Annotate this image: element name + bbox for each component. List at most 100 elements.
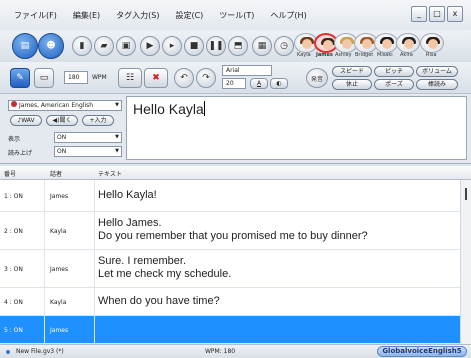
minimize-button[interactable]: _ [411,6,427,22]
wpm-label: WPM [92,74,107,81]
undo-icon[interactable]: ↶ [174,68,194,88]
row-number: 3 : ON [4,266,23,273]
menu-tag-input[interactable]: タグ入力(S) [116,10,159,21]
wav-button-label: WAV [21,117,35,124]
menu-file[interactable]: ファイル(F) [14,10,57,21]
insert-tag-icon[interactable]: ☷ [118,68,142,88]
table-row[interactable]: 4 : ON Kayla When do you have time? [0,288,460,316]
menu-settings[interactable]: 設定(C) [175,10,203,21]
text-editor[interactable]: Hello Kayla [126,96,467,160]
table-row[interactable]: 3 : ON James Sure. I remember. Let me ch… [0,250,460,288]
row-speaker: Kayla [50,228,67,235]
menu-help[interactable]: ヘルプ(H) [270,10,306,21]
script-table: 番号 話者 テキスト 1 : ON James Hello Kayla! 2 :… [0,166,471,344]
stop-icon[interactable]: ■ [184,36,204,56]
table-row[interactable]: 2 : ON Kayla Hello James. Do you remembe… [0,212,460,250]
listen-button[interactable]: ◀)聞く [46,115,78,126]
column-divider [44,180,45,344]
row-text-line2: Let me check my schedule. [98,268,232,280]
speed-input[interactable]: 180 [64,71,88,84]
row-text-line2: Do you remember that you promised me to … [98,230,368,242]
voice-risa-icon[interactable] [420,33,444,53]
user-icon[interactable]: ☻ [38,33,64,59]
pause-tag-button[interactable]: 休止 [332,79,372,90]
input-button[interactable]: +入力 [82,115,114,126]
header-number[interactable]: 番号 [4,169,16,178]
vertical-scrollbar[interactable] [460,180,471,344]
timer-icon[interactable]: ◷ [274,36,294,56]
voice-select-value: James, American English [19,102,94,109]
voice-controls: James, American English ▼ ♪WAV ◀)聞く +入力 … [0,94,126,164]
row-number: 4 : ON [4,299,23,306]
flag-icon [11,101,17,107]
voice-label-bridget: Bridget [355,52,374,58]
brand-logo: GlobalvoiceEnglish5 [377,346,467,357]
chevron-down-icon: ▼ [115,134,119,140]
menu-bar: ファイル(F) 編集(E) タグ入力(S) 設定(C) ツール(T) ヘルプ(H… [0,0,471,30]
display-label: 表示 [8,136,21,143]
listen-button-label: 聞く [59,117,72,124]
read-aloud-select[interactable]: ON ▼ [54,146,122,157]
volume-tag-button[interactable]: ボリューム [416,66,458,77]
row-text-line1: Sure. I remember. [98,255,187,267]
play-icon[interactable]: ▶ [140,36,160,56]
maximize-button[interactable]: □ [429,6,445,22]
row-number: 1 : ON [4,193,23,200]
pose-tag-button[interactable]: ポーズ [374,79,414,90]
pronounce-button[interactable]: 発音 [306,68,328,88]
header-speaker[interactable]: 話者 [50,169,62,178]
row-speaker: James [50,327,69,334]
pitch-tag-button[interactable]: ピッチ [374,66,414,77]
pause-icon[interactable]: ❚❚ [206,36,226,56]
status-bar: New File.gv3 (*) WPM: 180 GlobalvoiceEng… [0,344,471,358]
document-icon[interactable]: ▤ [12,33,38,59]
row-speaker: James [50,266,69,273]
font-color-icon[interactable]: A [250,78,268,89]
table-row[interactable]: 1 : ON James Hello Kayla! [0,180,460,212]
voice-akira-icon[interactable] [396,33,420,53]
window-controls: _ □ x [411,6,463,22]
delete-tag-icon[interactable]: ✖ [144,68,168,88]
chevron-down-icon: ▼ [115,102,119,108]
voice-misaki-icon[interactable] [374,33,398,53]
menu-tools[interactable]: ツール(T) [219,10,254,21]
header-text[interactable]: テキスト [98,169,122,178]
new-file-icon[interactable]: ▮ [72,36,92,56]
editor-panel: James, American English ▼ ♪WAV ◀)聞く +入力 … [0,94,471,164]
editor-text: Hello Kayla [133,101,204,117]
record-icon[interactable]: ▦ [252,36,272,56]
status-wpm: WPM: 180 [205,348,236,355]
chevron-down-icon: ▼ [115,148,119,154]
read-aloud-label: 読み上げ [8,150,33,157]
play-from-icon[interactable]: ▸ [162,36,182,56]
row-speaker: Kayla [50,299,67,306]
monotone-tag-button[interactable]: 棒読み [416,79,458,90]
file-status-icon [6,350,10,354]
display-select-value: ON [57,134,67,141]
save-icon[interactable]: ▣ [116,36,136,56]
speed-tag-button[interactable]: スピード [332,66,372,77]
export-icon[interactable]: ⬒ [228,36,248,56]
voice-label-akira: Akira [400,52,413,58]
font-name-select[interactable]: Arial [222,65,272,76]
highlight-icon[interactable]: ◐ [270,78,288,89]
menu-edit[interactable]: 編集(E) [73,10,100,21]
voice-select[interactable]: James, American English ▼ [8,100,122,111]
row-text-line1: Hello James. [98,217,162,229]
scroll-thumb[interactable] [465,188,467,200]
close-button[interactable]: x [447,6,463,22]
table-row-selected[interactable]: 5 : ON James [0,316,460,344]
display-select[interactable]: ON ▼ [54,132,122,143]
row-text-line1: Hello Kayla! [98,189,157,201]
edit-mode-icon[interactable]: ✎ [10,68,30,88]
row-number: 5 : ON [4,327,23,334]
table-header: 番号 話者 テキスト [0,166,471,180]
redo-icon[interactable]: ↷ [196,68,216,88]
voice-label-ashley: Ashley [335,52,352,58]
open-folder-icon[interactable]: ▰ [94,36,114,56]
wav-button[interactable]: ♪WAV [10,115,42,126]
read-aloud-select-value: ON [57,148,67,155]
status-file-name: New File.gv3 (*) [16,348,64,355]
font-size-select[interactable]: 20 [222,78,246,89]
display-icon[interactable]: ▭ [34,68,54,88]
